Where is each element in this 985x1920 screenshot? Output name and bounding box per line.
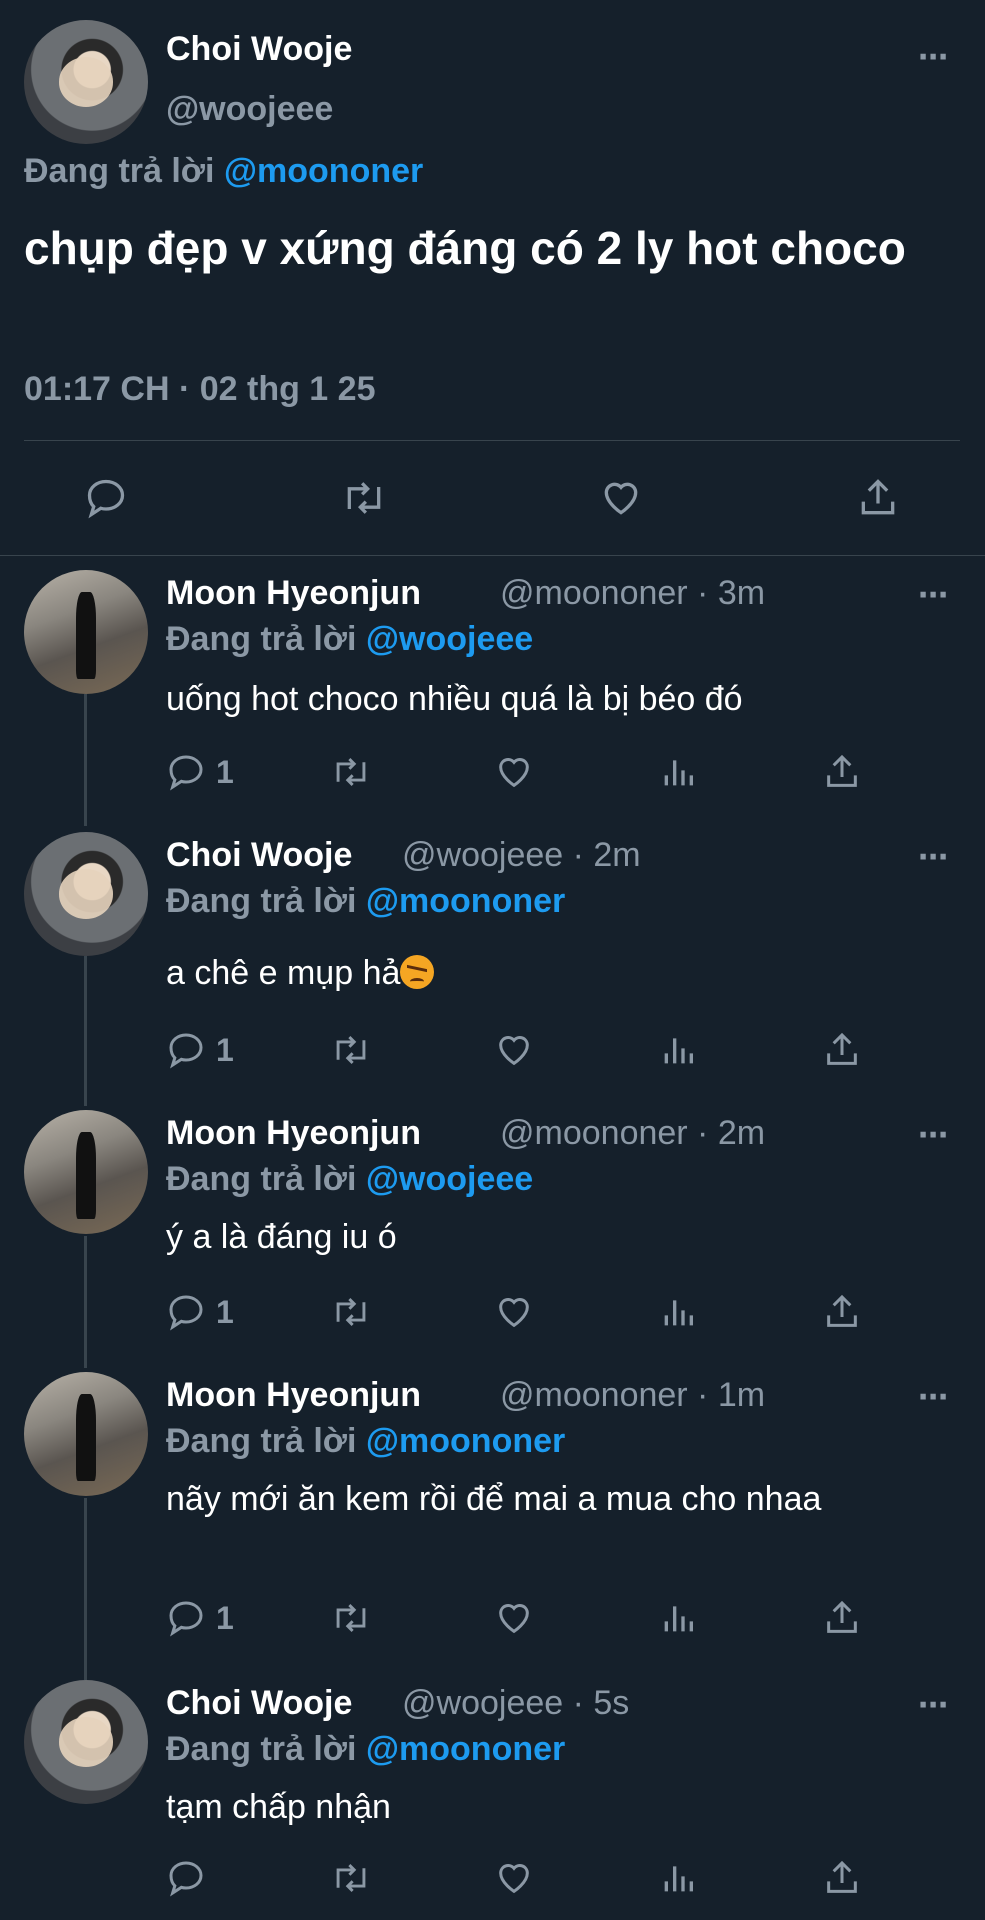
replying-prefix: Đang trả lời [166,1160,357,1198]
replying-to: Đang trả lời @moononer [24,152,423,191]
author-name[interactable]: Choi Wooje [166,1684,352,1723]
thread-line [84,956,87,1106]
author-meta: @moononer · 3m [500,574,766,612]
analytics-icon[interactable] [658,1292,698,1332]
replying-prefix: Đang trả lời [166,1422,357,1460]
tweet-text: uống hot choco nhiều quá là bị béo đó [166,680,743,718]
author-name[interactable]: Moon Hyeonjun [166,1114,421,1153]
tweet-text: nãy mới ăn kem rồi để mai a mua cho nhaa [166,1480,822,1518]
analytics-icon[interactable] [658,1858,698,1898]
tweet-text: a chê e mụp hả [166,950,926,996]
like-icon[interactable] [494,752,534,792]
replying-handle-link[interactable]: @moononer [366,1730,565,1768]
reply-icon[interactable] [166,1598,206,1638]
reply-icon[interactable] [166,1858,206,1898]
replying-prefix: Đang trả lời [166,882,357,920]
more-icon[interactable]: ⋯ [918,1118,948,1153]
avatar[interactable] [24,20,148,144]
share-icon[interactable] [822,1030,862,1070]
angry-face-icon [400,955,435,989]
author-meta: @woojeee · 5s [402,1684,630,1722]
avatar[interactable] [24,1110,148,1234]
analytics-icon[interactable] [658,1030,698,1070]
share-icon[interactable] [856,476,900,520]
tweet-timestamp[interactable]: 01:17 CH · 02 thg 1 25 [24,370,375,409]
replying-to: Đang trả lời @moononer [166,1422,565,1461]
like-icon[interactable] [494,1292,534,1332]
share-icon[interactable] [822,1292,862,1332]
tweet-text: chụp đẹp v xứng đáng có 2 ly hot choco [24,222,906,274]
more-icon[interactable]: ⋯ [918,840,948,875]
reply-icon[interactable] [166,752,206,792]
reply-count: 1 [216,1600,234,1636]
like-icon[interactable] [494,1858,534,1898]
like-icon[interactable] [494,1030,534,1070]
reply-count: 1 [216,754,234,790]
reply-count: 1 [216,1294,234,1330]
more-icon[interactable]: ⋯ [918,1688,948,1723]
replying-handle-link[interactable]: @woojeee [366,620,533,658]
tweet-text: tạm chấp nhận [166,1788,391,1826]
retweet-icon[interactable] [330,752,372,792]
author-meta: @moononer · 1m [500,1376,766,1414]
share-icon[interactable] [822,752,862,792]
author-name[interactable]: Moon Hyeonjun [166,574,421,613]
reply-icon[interactable] [166,1030,206,1070]
divider [24,440,960,441]
more-icon[interactable]: ⋯ [918,1380,948,1415]
more-icon[interactable]: ⋯ [918,578,948,613]
thread-line [84,1236,87,1368]
retweet-icon[interactable] [330,1598,372,1638]
replying-handle-link[interactable]: @woojeee [366,1160,533,1198]
avatar[interactable] [24,1372,148,1496]
share-icon[interactable] [822,1858,862,1898]
like-icon[interactable] [494,1598,534,1638]
reply-count: 1 [216,1032,234,1068]
retweet-icon[interactable] [330,1292,372,1332]
replying-prefix: Đang trả lời [166,1730,357,1768]
avatar[interactable] [24,832,148,956]
replying-to: Đang trả lời @woojeee [166,1160,533,1199]
reply-icon[interactable] [84,476,128,520]
replying-to: Đang trả lời @moononer [166,882,565,921]
replying-handle-link[interactable]: @moononer [224,152,423,190]
author-meta: @woojeee · 2m [402,836,641,874]
replying-prefix: Đang trả lời [166,620,357,658]
author-meta: @moononer · 2m [500,1114,766,1152]
retweet-icon[interactable] [330,1858,372,1898]
author-name[interactable]: Moon Hyeonjun [166,1376,421,1415]
like-icon[interactable] [598,476,644,520]
replying-prefix: Đang trả lời [24,152,215,190]
share-icon[interactable] [822,1598,862,1638]
more-icon[interactable]: ⋯ [918,40,948,75]
author-handle[interactable]: @woojeee [166,90,333,129]
author-name[interactable]: Choi Wooje [166,836,352,875]
replying-to: Đang trả lời @woojeee [166,620,533,659]
retweet-icon[interactable] [340,476,388,520]
analytics-icon[interactable] [658,752,698,792]
avatar[interactable] [24,1680,148,1804]
replying-to: Đang trả lời @moononer [166,1730,565,1769]
tweet-text: ý a là đáng iu ó [166,1218,397,1256]
retweet-icon[interactable] [330,1030,372,1070]
thread-line [84,1498,87,1680]
main-tweet: Choi Wooje @woojeee ⋯ Đang trả lời @moon… [0,0,985,555]
analytics-icon[interactable] [658,1598,698,1638]
avatar[interactable] [24,570,148,694]
section-divider [0,555,985,556]
replying-handle-link[interactable]: @moononer [366,1422,565,1460]
replying-handle-link[interactable]: @moononer [366,882,565,920]
tweet-text-content: a chê e mụp hả [166,954,401,992]
thread-line [84,694,87,826]
author-name[interactable]: Choi Wooje [166,30,352,69]
reply-icon[interactable] [166,1292,206,1332]
